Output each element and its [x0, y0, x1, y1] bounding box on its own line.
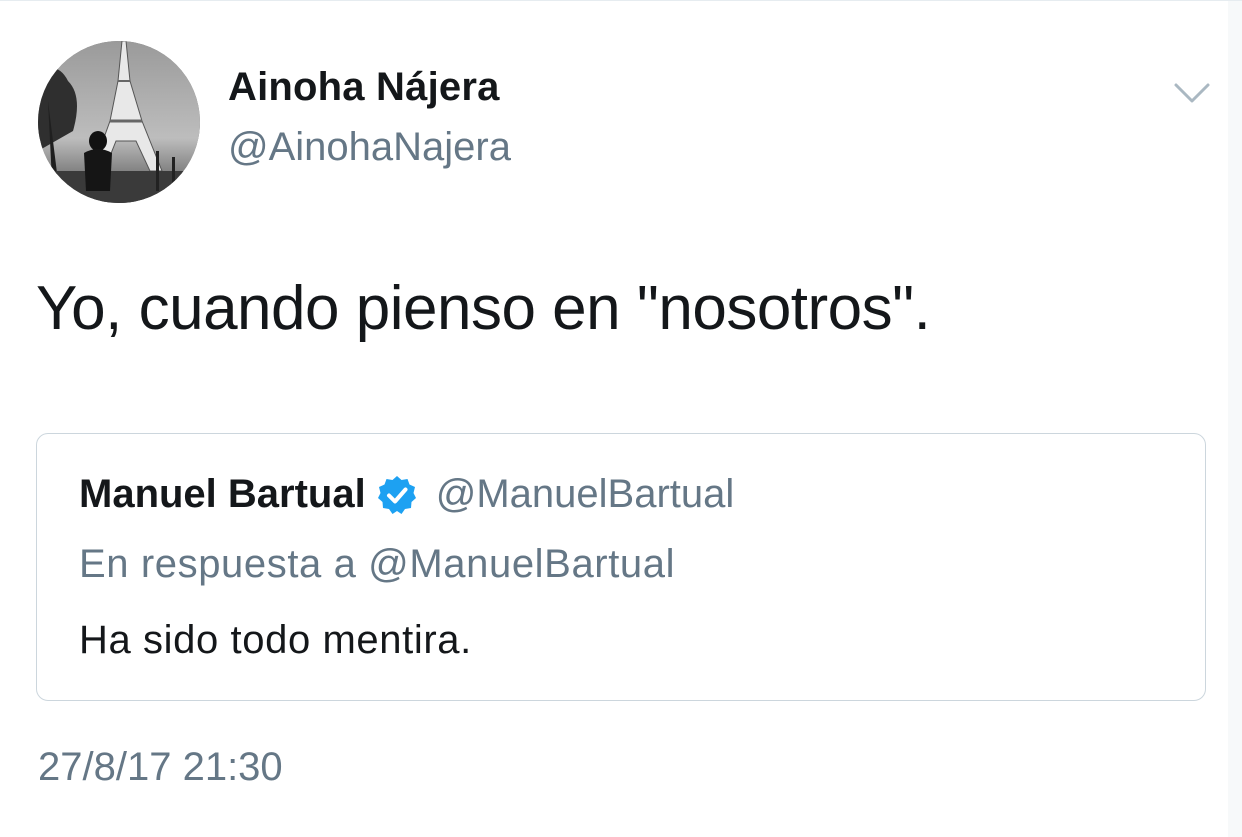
author-name[interactable]: Ainoha Nájera [228, 65, 500, 110]
reply-context: En respuesta a @ManuelBartual [79, 542, 676, 586]
tweet-timestamp: 27/8/17 21:30 [38, 745, 283, 789]
tweet-text: Yo, cuando pienso en "nosotros". [36, 274, 931, 343]
quoted-tweet-card[interactable]: Manuel Bartual @ManuelBartual En respues… [36, 433, 1206, 701]
author-handle[interactable]: @AinohaNajera [228, 125, 511, 170]
chevron-down-icon[interactable] [1172, 79, 1212, 107]
tweet-detail-view: Ainoha Nájera @AinohaNajera Yo, cuando p… [0, 0, 1242, 837]
quoted-author-name: Manuel Bartual [79, 472, 366, 516]
quoted-author-handle: @ManuelBartual [435, 472, 735, 516]
scroll-edge [1228, 1, 1242, 837]
quoted-tweet-text: Ha sido todo mentira. [79, 618, 472, 662]
quoted-tweet-header: Manuel Bartual @ManuelBartual [79, 472, 734, 517]
verified-badge-icon [376, 474, 418, 516]
avatar-photo-icon [38, 41, 200, 203]
author-avatar[interactable] [38, 41, 200, 203]
